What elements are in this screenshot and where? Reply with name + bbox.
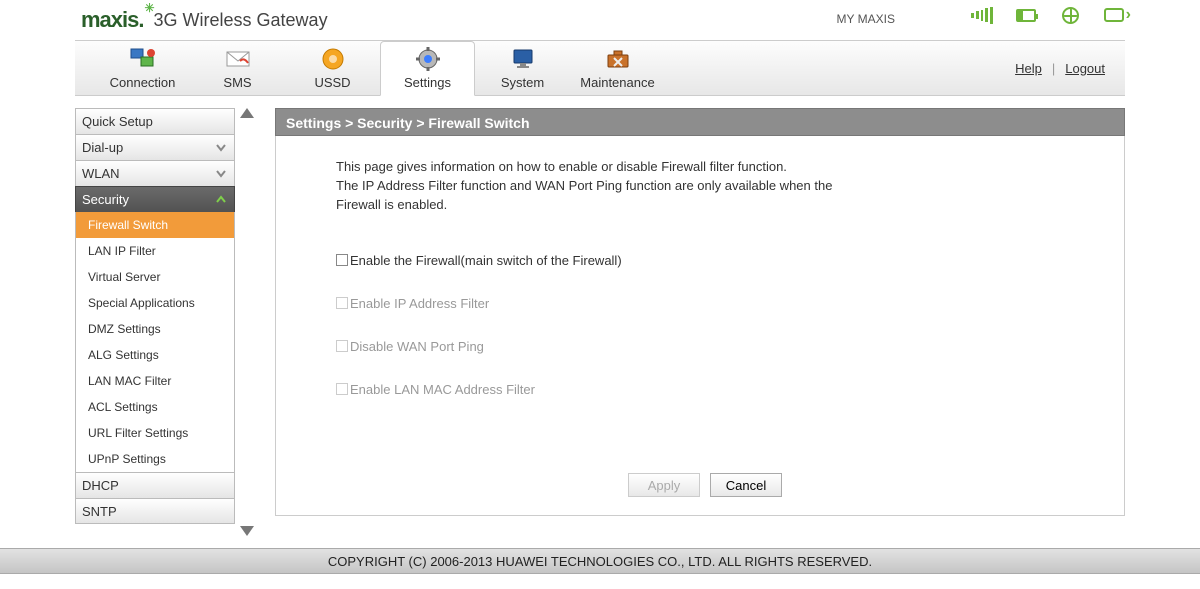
nav-label: System bbox=[501, 75, 544, 90]
opt-label: Disable WAN Port Ping bbox=[350, 339, 484, 354]
sidebar-item-label: WLAN bbox=[82, 166, 120, 181]
scroll-up-icon[interactable] bbox=[240, 108, 254, 118]
footer-copyright: COPYRIGHT (C) 2006-2013 HUAWEI TECHNOLOG… bbox=[0, 548, 1200, 574]
logout-link[interactable]: Logout bbox=[1065, 61, 1105, 76]
scroll-down-icon[interactable] bbox=[240, 526, 254, 536]
sidebar-item-label: Security bbox=[82, 192, 129, 207]
my-account-link[interactable]: MY MAXIS bbox=[837, 12, 895, 26]
nav-label: Settings bbox=[404, 75, 451, 90]
opt-disable-wan-ping[interactable]: Disable WAN Port Ping bbox=[336, 339, 1074, 354]
nav-maintenance[interactable]: Maintenance bbox=[570, 41, 665, 95]
nav-ussd[interactable]: USSD bbox=[285, 41, 380, 95]
breadcrumb: Settings > Security > Firewall Switch bbox=[275, 108, 1125, 136]
sidebar-sub-alg[interactable]: ALG Settings bbox=[76, 342, 234, 368]
sidebar-sub-dmz[interactable]: DMZ Settings bbox=[76, 316, 234, 342]
sidebar-sub-firewall-switch[interactable]: Firewall Switch bbox=[76, 212, 234, 238]
checkbox-icon[interactable] bbox=[336, 340, 348, 352]
help-link[interactable]: Help bbox=[1015, 61, 1042, 76]
chevron-up-icon bbox=[214, 192, 228, 206]
checkbox-icon[interactable] bbox=[336, 297, 348, 309]
sidebar-scroll[interactable] bbox=[239, 108, 255, 536]
separator: | bbox=[1052, 61, 1055, 76]
globe-icon bbox=[1059, 6, 1081, 24]
topbar: maxis.✳ 3G Wireless Gateway MY MAXIS bbox=[75, 0, 1125, 40]
chevron-down-icon bbox=[214, 166, 228, 180]
nav-settings[interactable]: Settings bbox=[380, 41, 475, 96]
chevron-down-icon bbox=[214, 140, 228, 154]
sidebar-sub-upnp[interactable]: UPnP Settings bbox=[76, 446, 234, 472]
nav-label: USSD bbox=[314, 75, 350, 90]
opt-enable-lan-mac-filter[interactable]: Enable LAN MAC Address Filter bbox=[336, 382, 1074, 397]
nav-sms[interactable]: SMS bbox=[190, 41, 285, 95]
sidebar-item-wlan[interactable]: WLAN bbox=[75, 160, 235, 186]
cancel-button[interactable]: Cancel bbox=[710, 473, 782, 497]
product-title: 3G Wireless Gateway bbox=[154, 10, 328, 31]
nav-label: SMS bbox=[223, 75, 251, 90]
sidebar-item-dialup[interactable]: Dial-up bbox=[75, 134, 235, 160]
nav-label: Connection bbox=[110, 75, 176, 90]
main-nav: Connection SMS USSD Settings System Main… bbox=[75, 40, 1125, 96]
opt-enable-ip-filter[interactable]: Enable IP Address Filter bbox=[336, 296, 1074, 311]
page-description: This page gives information on how to en… bbox=[336, 158, 856, 215]
battery-icon bbox=[1015, 6, 1037, 24]
sidebar-sub-url-filter[interactable]: URL Filter Settings bbox=[76, 420, 234, 446]
brand-logo: maxis.✳ bbox=[81, 7, 144, 33]
apply-button[interactable]: Apply bbox=[628, 473, 700, 497]
sidebar-item-security[interactable]: Security bbox=[75, 186, 235, 212]
opt-enable-firewall[interactable]: Enable the Firewall(main switch of the F… bbox=[336, 253, 1074, 268]
opt-label: Enable IP Address Filter bbox=[350, 296, 489, 311]
sidebar-item-quicksetup[interactable]: Quick Setup bbox=[75, 108, 235, 134]
sidebar-security-submenu: Firewall Switch LAN IP Filter Virtual Se… bbox=[75, 212, 235, 472]
sidebar: Quick Setup Dial-up WLAN Security Firewa… bbox=[75, 108, 235, 536]
checkbox-icon[interactable] bbox=[336, 254, 348, 266]
sidebar-sub-lan-mac-filter[interactable]: LAN MAC Filter bbox=[76, 368, 234, 394]
content-panel: This page gives information on how to en… bbox=[275, 136, 1125, 516]
nav-label: Maintenance bbox=[580, 75, 654, 90]
status-icons bbox=[971, 6, 1125, 24]
nav-connection[interactable]: Connection bbox=[95, 41, 190, 95]
sidebar-item-dhcp[interactable]: DHCP bbox=[75, 472, 235, 498]
signal-icon bbox=[971, 6, 993, 24]
sidebar-sub-special-apps[interactable]: Special Applications bbox=[76, 290, 234, 316]
checkbox-icon[interactable] bbox=[336, 383, 348, 395]
opt-label: Enable LAN MAC Address Filter bbox=[350, 382, 535, 397]
nav-system[interactable]: System bbox=[475, 41, 570, 95]
sidebar-item-label: Dial-up bbox=[82, 140, 123, 155]
sidebar-sub-acl[interactable]: ACL Settings bbox=[76, 394, 234, 420]
sidebar-sub-lan-ip-filter[interactable]: LAN IP Filter bbox=[76, 238, 234, 264]
opt-label: Enable the Firewall(main switch of the F… bbox=[350, 253, 622, 268]
sidebar-sub-virtual-server[interactable]: Virtual Server bbox=[76, 264, 234, 290]
lan-icon bbox=[1103, 6, 1125, 24]
sidebar-item-sntp[interactable]: SNTP bbox=[75, 498, 235, 524]
